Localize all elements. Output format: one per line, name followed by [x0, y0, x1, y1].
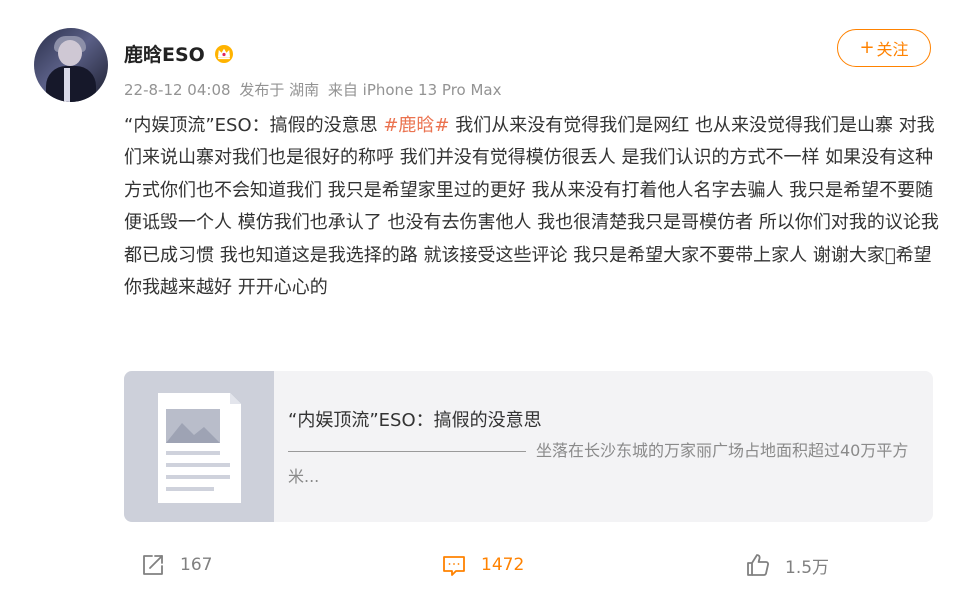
follow-button[interactable]: + 关注 — [837, 29, 931, 67]
avatar-stripe — [64, 68, 70, 102]
card-description-text: 坐落在长沙东城的万家丽广场占地面积超过40万平方米... — [288, 441, 909, 486]
comment-icon — [443, 556, 465, 576]
hashtag-link[interactable]: #鹿晗# — [383, 115, 449, 136]
share-count: 167 — [180, 555, 213, 575]
post-meta: 22-8-12 04:08 发布于 湖南 来自 iPhone 13 Pro Ma… — [124, 79, 506, 100]
avatar-body — [46, 66, 96, 102]
post-text-start: “内娱顶流”ESO：搞假的没意思 — [124, 115, 384, 136]
like-count: 1.5万 — [785, 557, 830, 578]
avatar-head — [58, 40, 82, 66]
link-card[interactable]: “内娱顶流”ESO：搞假的没意思 坐落在长沙东城的万家丽广场占地面积超过40万平… — [124, 371, 933, 522]
plus-icon: + — [859, 37, 875, 58]
card-description: 坐落在长沙东城的万家丽广场占地面积超过40万平方米... — [288, 438, 923, 490]
post-text: “内娱顶流”ESO：搞假的没意思 #鹿晗# 我们从来没有觉得我们是网红 也从来没… — [124, 110, 939, 304]
post-source: 来自 iPhone 13 Pro Max — [327, 81, 502, 99]
crown-icon — [215, 45, 233, 63]
avatar[interactable] — [34, 28, 108, 102]
card-title: “内娱顶流”ESO：搞假的没意思 — [288, 410, 542, 431]
post-text-rest: 我们从来没有觉得我们是网红 也从来没觉得我们是山寨 对我们来说山寨对我们也是很好… — [124, 115, 939, 299]
card-divider — [288, 451, 526, 452]
like-button[interactable]: 1.5万 — [745, 552, 829, 578]
post-location: 发布于 湖南 — [239, 81, 320, 99]
comment-count: 1472 — [481, 555, 525, 575]
follow-label: 关注 — [876, 40, 909, 59]
thumbs-up-icon — [747, 554, 769, 576]
share-button[interactable]: 167 — [140, 552, 212, 578]
comment-button[interactable]: 1472 — [441, 552, 524, 578]
username[interactable]: 鹿晗ESO — [124, 40, 205, 67]
post-time[interactable]: 22-8-12 04:08 — [124, 81, 231, 99]
document-image-icon — [158, 393, 241, 503]
share-icon — [143, 555, 163, 575]
card-thumbnail — [124, 371, 274, 522]
